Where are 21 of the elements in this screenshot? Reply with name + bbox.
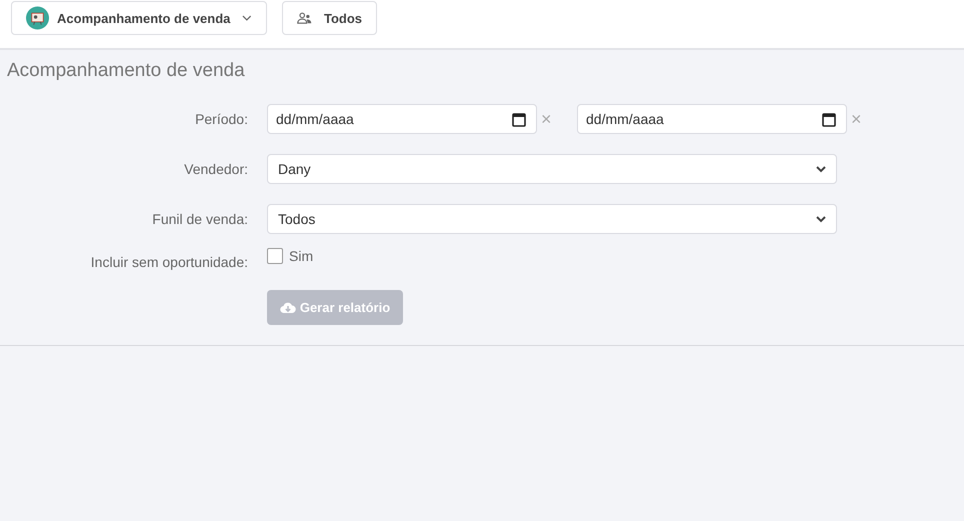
checkbox[interactable] (267, 248, 283, 264)
page-title: Acompanhamento de venda (7, 60, 246, 83)
presentation-icon (26, 6, 50, 30)
field-label: Incluir sem oportunidade: (90, 254, 248, 270)
field-label: Funil de venda: (151, 211, 248, 227)
cloud-download-icon (280, 302, 296, 314)
chevron-down-icon (816, 166, 826, 172)
team-filter-button[interactable]: Todos (282, 1, 377, 35)
date-field[interactable]: dd/mm/aaaa (267, 104, 537, 134)
users-icon (297, 10, 312, 26)
field-label: Vendedor: (183, 161, 248, 177)
seller-select[interactable]: Dany (267, 154, 837, 184)
chevron-down-icon (816, 216, 826, 222)
field-label: Período: (194, 111, 248, 127)
checkbox-label: Sim (289, 248, 314, 264)
calendar-icon (822, 112, 836, 126)
funnel-select[interactable]: Todos (267, 204, 837, 234)
report-menu-button[interactable]: Acompanhamento de venda (11, 1, 267, 35)
date-field[interactable]: dd/mm/aaaa (577, 104, 847, 134)
caret-icon (242, 15, 252, 21)
calendar-icon (512, 112, 526, 126)
